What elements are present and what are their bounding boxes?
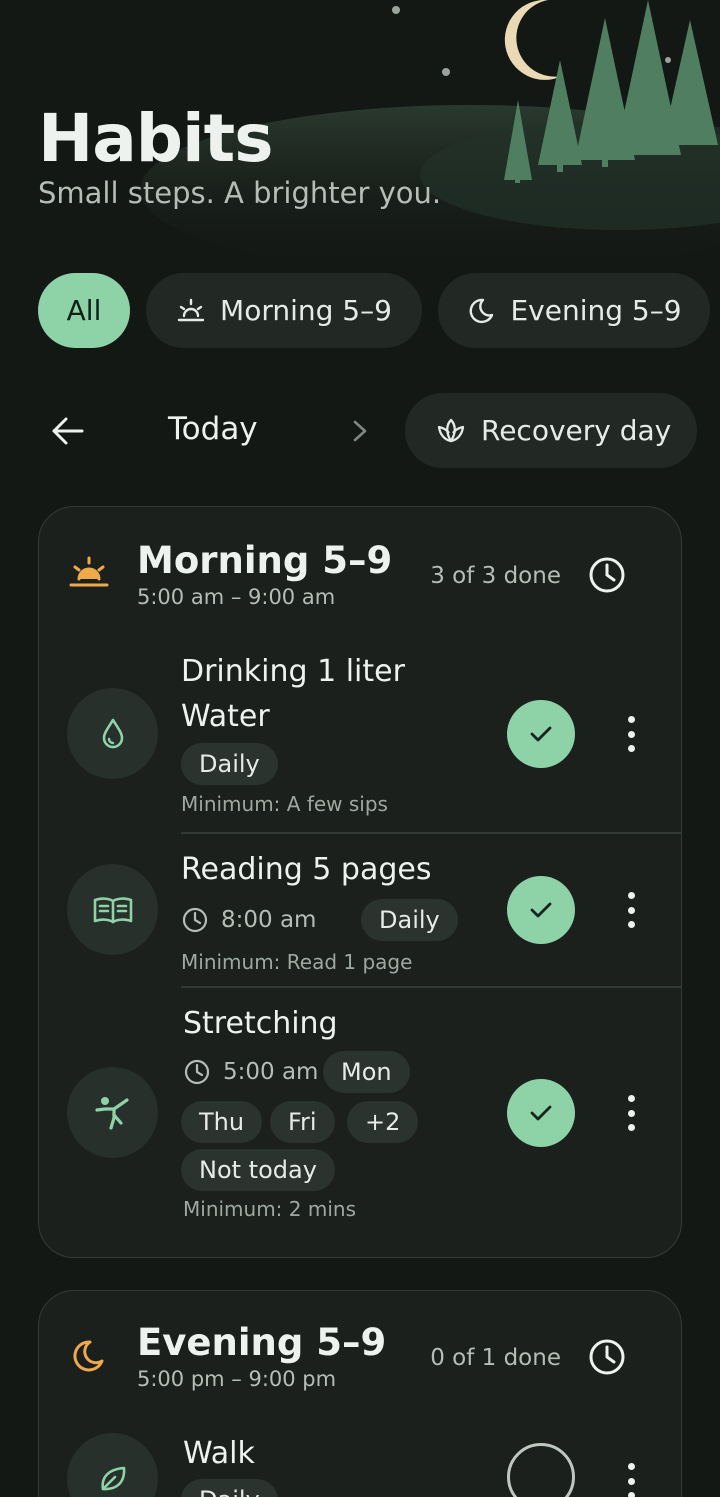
section-header: Morning 5–9 5:00 am – 9:00 am 3 of 3 don… bbox=[39, 507, 681, 617]
water-drop-icon bbox=[102, 718, 123, 748]
habit-name: Drinking 1 liter bbox=[181, 654, 405, 689]
clock-icon bbox=[182, 907, 208, 933]
not-today-tag: Not today bbox=[181, 1149, 335, 1191]
chevron-right-icon[interactable] bbox=[348, 415, 372, 447]
habit-name: Stretching bbox=[183, 1006, 338, 1041]
frequency-tag: Daily bbox=[181, 743, 278, 785]
section-header: Evening 5–9 5:00 pm – 9:00 pm 0 of 1 don… bbox=[39, 1291, 681, 1401]
section-title: Evening 5–9 bbox=[137, 1321, 387, 1364]
habit-row-stretching[interactable]: Stretching 5:00 am Mon Thu Fri +2 Not to… bbox=[39, 987, 681, 1237]
section-time-range: 5:00 pm – 9:00 pm bbox=[137, 1367, 337, 1391]
habit-row-reading[interactable]: Reading 5 pages 8:00 am Daily Minimum: R… bbox=[39, 833, 681, 986]
habit-icon-container bbox=[67, 864, 158, 955]
habit-complete-toggle[interactable] bbox=[507, 1443, 575, 1497]
habit-complete-toggle[interactable] bbox=[507, 700, 575, 768]
filter-chip-label: Morning 5–9 bbox=[220, 294, 392, 327]
date-navigation: Today Recovery day bbox=[0, 393, 720, 468]
day-tag: Mon bbox=[323, 1051, 410, 1093]
habit-minimum: Minimum: A few sips bbox=[181, 792, 388, 816]
habit-name: Walk bbox=[183, 1436, 255, 1471]
reminder-time: 5:00 am bbox=[223, 1059, 319, 1085]
clock-icon[interactable] bbox=[587, 555, 627, 595]
habit-reminder: 8:00 am bbox=[181, 899, 316, 941]
sunrise-icon bbox=[177, 298, 205, 321]
leaf-icon bbox=[100, 1466, 125, 1490]
sunrise-icon bbox=[69, 556, 109, 587]
checkmark-icon bbox=[530, 1105, 552, 1121]
filter-chip-label: All bbox=[66, 294, 102, 327]
filter-chip-morning[interactable]: Morning 5–9 bbox=[146, 273, 422, 348]
habit-minimum: Minimum: 2 mins bbox=[183, 1197, 356, 1221]
book-icon bbox=[93, 896, 132, 923]
stretch-figure-icon bbox=[94, 1096, 129, 1130]
day-tag: Fri bbox=[270, 1101, 335, 1143]
habit-name: Reading 5 pages bbox=[181, 852, 432, 887]
clock-icon bbox=[184, 1059, 210, 1085]
habit-complete-toggle[interactable] bbox=[507, 1079, 575, 1147]
arrow-left-icon[interactable] bbox=[48, 411, 88, 451]
section-card-evening: Evening 5–9 5:00 pm – 9:00 pm 0 of 1 don… bbox=[38, 1290, 682, 1497]
frequency-tag: Daily bbox=[361, 899, 458, 941]
habit-icon-container bbox=[67, 1067, 158, 1158]
habit-complete-toggle[interactable] bbox=[507, 876, 575, 944]
checkmark-icon bbox=[530, 726, 552, 742]
habit-row-water[interactable]: Drinking 1 liter Water Daily Minimum: A … bbox=[39, 637, 681, 832]
more-options-icon[interactable] bbox=[624, 1463, 638, 1497]
lotus-icon bbox=[437, 418, 465, 442]
page-subtitle: Small steps. A brighter you. bbox=[38, 176, 442, 210]
clock-icon[interactable] bbox=[587, 1337, 627, 1377]
page-title: Habits bbox=[38, 100, 273, 177]
recovery-day-button[interactable]: Recovery day bbox=[405, 393, 697, 468]
habit-reminder: 5:00 am bbox=[183, 1051, 318, 1093]
current-day-label: Today bbox=[168, 411, 258, 447]
more-options-icon[interactable] bbox=[624, 1095, 638, 1131]
habit-minimum: Minimum: Read 1 page bbox=[181, 950, 413, 974]
section-title: Morning 5–9 bbox=[137, 539, 393, 582]
filter-chip-all[interactable]: All bbox=[38, 273, 130, 348]
filter-chip-evening[interactable]: Evening 5–9 bbox=[438, 273, 710, 348]
section-card-morning: Morning 5–9 5:00 am – 9:00 am 3 of 3 don… bbox=[38, 506, 682, 1258]
day-tag: Thu bbox=[181, 1101, 263, 1143]
filter-chip-label: Evening 5–9 bbox=[510, 294, 682, 327]
more-options-icon[interactable] bbox=[624, 892, 638, 928]
habit-row-walk[interactable]: Walk Daily bbox=[39, 1421, 681, 1497]
section-progress: 0 of 1 done bbox=[430, 1345, 561, 1371]
frequency-tag: Daily bbox=[181, 1479, 278, 1497]
habit-icon-container bbox=[67, 688, 158, 779]
more-options-icon[interactable] bbox=[624, 716, 638, 752]
checkmark-icon bbox=[530, 902, 552, 918]
habit-name-continued: Water bbox=[181, 699, 270, 734]
section-progress: 3 of 3 done bbox=[430, 563, 561, 589]
moon-icon bbox=[504, 0, 562, 80]
moon-icon bbox=[73, 1340, 104, 1372]
reminder-time: 8:00 am bbox=[221, 907, 317, 933]
recovery-day-label: Recovery day bbox=[481, 414, 672, 447]
habit-icon-container bbox=[67, 1433, 158, 1497]
section-time-range: 5:00 am – 9:00 am bbox=[137, 585, 336, 609]
more-days-tag: +2 bbox=[347, 1101, 419, 1143]
moon-icon bbox=[470, 298, 494, 323]
